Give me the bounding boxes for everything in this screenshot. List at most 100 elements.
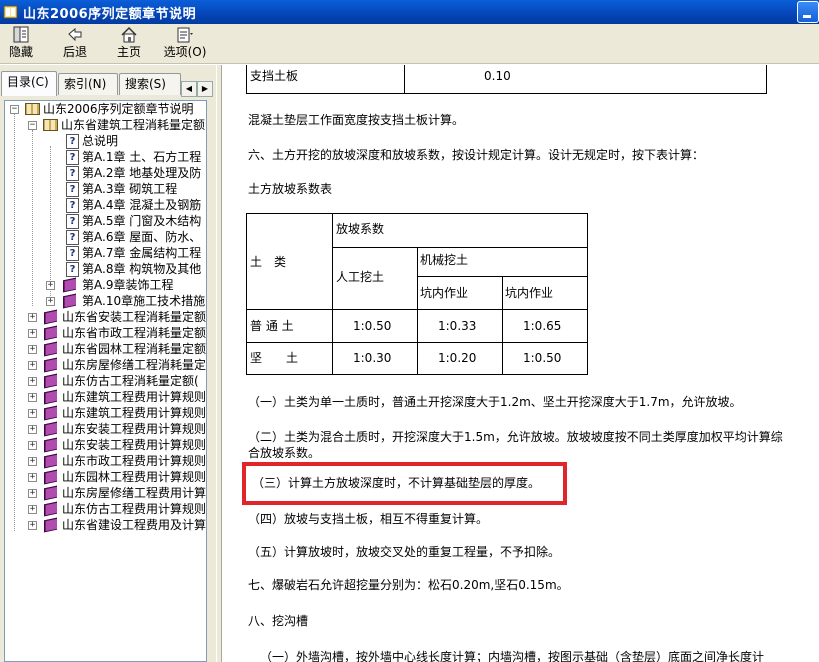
tree-item-book[interactable]: + 山东市政工程费用计算规则 (5, 453, 207, 469)
tree-item-book[interactable]: + 山东房屋修缮工程费用计算 (5, 485, 207, 501)
tree-label: 山东省安装工程消耗量定额 (62, 310, 207, 324)
expand-icon[interactable]: + (28, 377, 37, 386)
closed-book-icon (42, 453, 60, 469)
options-label: 选项(O) (163, 45, 207, 59)
tree-item-topic[interactable]: ? 第A.8章 构筑物及其他 (5, 261, 206, 277)
expand-icon[interactable]: + (28, 521, 37, 530)
expand-icon[interactable]: + (28, 313, 37, 322)
tree-item-subbook[interactable]: + 第A.9章装饰工程 (5, 277, 206, 293)
tree-label: 第A.7章 金属结构工程 (82, 246, 202, 260)
expand-icon[interactable]: + (28, 345, 37, 354)
table-cell: 1:0.65 (523, 319, 562, 333)
tree-item-book[interactable]: + 山东安装工程费用计算规则 (5, 421, 206, 437)
closed-book-icon (42, 501, 60, 517)
tree-item-topic[interactable]: ? 总说明 (5, 133, 206, 149)
tab-scroll-left-icon[interactable]: ◀ (181, 81, 197, 97)
tree-item-building-quota[interactable]: − 山东省建筑工程消耗量定额 (5, 117, 206, 133)
closed-book-icon (42, 517, 60, 533)
closed-book-icon (42, 485, 60, 501)
expand-icon[interactable]: + (28, 425, 37, 434)
paragraph: （一）外墙沟槽，按外墙中心线长度计算；内墙沟槽，按图示基础（含垫层）底面之间净长… (260, 650, 765, 662)
tab-scroll-right-icon[interactable]: ▶ (197, 81, 213, 97)
expand-icon[interactable]: + (28, 409, 37, 418)
collapse-icon[interactable]: − (28, 121, 37, 130)
table-header: 坑内作业 (505, 286, 554, 300)
tree-item-book[interactable]: + 山东建筑工程费用计算规则 (5, 405, 206, 421)
table-cell: 普 通 土 (250, 319, 294, 333)
note-2: （二）土类为混合土质时，开挖深度大于1.5m，允许放坡。放坡坡度按不同土类厚度加… (248, 430, 783, 444)
paragraph: 八、挖沟槽 (248, 614, 309, 628)
tree-item-root[interactable]: − 山东2006序列定额章节说明 (5, 101, 206, 117)
table-cell: 1:0.33 (438, 319, 477, 333)
tree-item-topic[interactable]: ? 第A.3章 砌筑工程 (5, 181, 206, 197)
expand-icon[interactable]: + (28, 473, 37, 482)
tab-search[interactable]: 搜索(S) (119, 73, 181, 95)
tree-label: 山东省园林工程消耗量定额 (62, 342, 207, 356)
tree-item-topic[interactable]: ? 第A.5章 门窗及木结构 (5, 213, 206, 229)
paragraph: 六、土方开挖的放坡深度和放坡系数，按设计规定计算。设计无规定时，按下表计算： (248, 148, 705, 162)
tree-item-book[interactable]: + 山东仿古工程消耗量定额( (5, 373, 206, 389)
tree-label: 山东房屋修缮工程消耗量定 (62, 358, 207, 372)
help-topic-icon: ? (66, 246, 79, 261)
tree-label: 山东省市政工程消耗量定额 (62, 326, 207, 340)
hide-button[interactable]: 隐藏 (4, 24, 38, 62)
table-header: 放坡系数 (336, 222, 385, 236)
tree-label: 第A.6章 屋面、防水、 (82, 230, 202, 244)
tree-item-topic[interactable]: ? 第A.2章 地基处理及防 (5, 165, 206, 181)
topic-content: 支挡土板 0.10 混凝土垫层工作面宽度按支挡土板计算。 六、土方开挖的放坡深度… (221, 65, 819, 662)
tree-item-subbook[interactable]: + 第A.10章施工技术措施 (5, 293, 206, 309)
expand-icon[interactable]: + (28, 393, 37, 402)
collapse-icon[interactable]: − (10, 105, 19, 114)
tree-item-topic[interactable]: ? 第A.7章 金属结构工程 (5, 245, 206, 261)
tree-label: 第A.8章 构筑物及其他 (82, 262, 202, 276)
expand-icon[interactable]: + (28, 329, 37, 338)
tree-item-book[interactable]: + 山东省市政工程消耗量定额 (5, 325, 207, 341)
tab-index[interactable]: 索引(N) (58, 73, 118, 95)
expand-icon[interactable]: + (46, 297, 55, 306)
table-cell: 0.10 (484, 69, 511, 83)
note-4: （四）放坡与支挡土板，相互不得重复计算。 (248, 512, 489, 526)
tree-item-topic[interactable]: ? 第A.4章 混凝土及钢筋 (5, 197, 206, 213)
table-header: 坑内作业 (420, 286, 469, 300)
tree-item-book[interactable]: + 山东园林工程费用计算规则 (5, 469, 206, 485)
tree-item-book[interactable]: + 山东省建设工程费用及计算 (5, 517, 206, 533)
nav-tabs: 目录(C) 索引(N) 搜索(S) ◀ ▶ (0, 71, 216, 97)
tree-label: 山东省建筑工程消耗量定额 (61, 118, 206, 132)
tree-label: 山东安装工程费用计算规则 (62, 438, 207, 452)
closed-book-icon (42, 341, 60, 357)
tree-label: 山东房屋修缮工程费用计算 (62, 486, 207, 500)
tree-item-book[interactable]: + 山东仿古工程费用计算规则 (5, 501, 206, 517)
minimize-button[interactable] (797, 1, 819, 23)
closed-book-icon (42, 357, 60, 373)
closed-book-icon (42, 325, 60, 341)
expand-icon[interactable]: + (28, 505, 37, 514)
expand-icon[interactable]: + (28, 361, 37, 370)
tree-label: 山东市政工程费用计算规则 (62, 454, 207, 468)
expand-icon[interactable]: + (46, 281, 55, 290)
home-button[interactable]: 主页 (113, 24, 145, 62)
tree-item-book[interactable]: + 山东省安装工程消耗量定额 (5, 309, 207, 325)
tree-item-topic[interactable]: ? 第A.1章 土、石方工程 (5, 149, 206, 165)
closed-book-icon (42, 469, 60, 485)
tab-contents[interactable]: 目录(C) (1, 71, 57, 96)
tree-item-book[interactable]: + 山东安装工程费用计算规则 (5, 437, 207, 453)
options-button[interactable]: 选项(O) (162, 24, 208, 62)
back-button[interactable]: 后退 (60, 24, 90, 62)
tree-item-topic[interactable]: ? 第A.6章 屋面、防水、 (5, 229, 206, 245)
expand-icon[interactable]: + (28, 489, 37, 498)
tree-item-book[interactable]: + 山东省园林工程消耗量定额 (5, 341, 207, 357)
tree-label: 第A.1章 土、石方工程 (82, 150, 202, 164)
tree-label: 山东仿古工程消耗量定额( (62, 374, 199, 388)
table-header: 土 类 (250, 255, 287, 269)
expand-icon[interactable]: + (28, 457, 37, 466)
expand-icon[interactable]: + (28, 441, 37, 450)
help-topic-icon: ? (66, 182, 79, 197)
table-header: 人工挖土 (336, 270, 385, 284)
table-cell: 支挡土板 (250, 69, 299, 83)
table-cell: 1:0.50 (523, 351, 562, 365)
contents-tree: − 山东2006序列定额章节说明 − 山东省建筑工程消耗量定额 ? 总说明 ? … (4, 100, 207, 662)
tree-item-book[interactable]: + 山东建筑工程费用计算规则 (5, 389, 206, 405)
back-arrow-icon (65, 26, 85, 44)
tree-item-book[interactable]: + 山东房屋修缮工程消耗量定 (5, 357, 207, 373)
help-app-icon (3, 4, 19, 20)
